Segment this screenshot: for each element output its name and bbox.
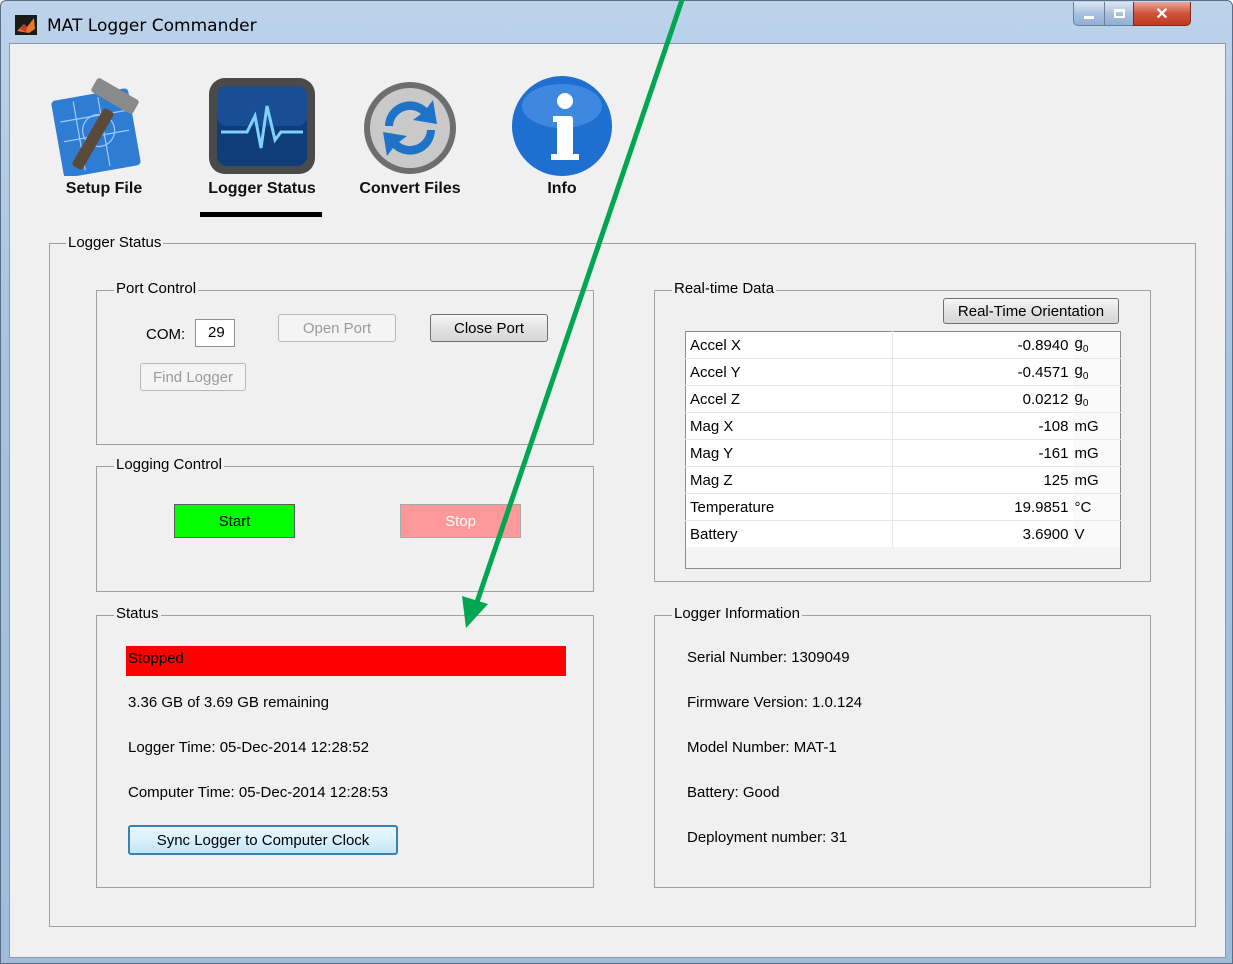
deployment-number: Deployment number: 31: [687, 829, 848, 846]
measurement-value: -0.4571: [892, 358, 1073, 386]
realtime-data-title: Real-time Data: [672, 280, 777, 297]
close-icon: ✕: [1155, 5, 1169, 23]
measurement-name: Battery: [685, 520, 893, 548]
measurement-value: -161: [892, 439, 1073, 467]
selected-tab-indicator: [200, 212, 322, 217]
com-port-input[interactable]: 29: [195, 319, 235, 347]
client-area: Setup File Logger Status Convert Files I…: [9, 43, 1226, 958]
toolbar-setup-file[interactable]: Setup File: [44, 76, 164, 198]
matlab-logo-icon: [15, 15, 37, 35]
heartbeat-monitor-icon: [209, 78, 315, 174]
computer-time: Computer Time: 05-Dec-2014 12:28:53: [128, 784, 389, 801]
toolbar-label: Convert Files: [359, 180, 461, 197]
measurement-value: 125: [892, 466, 1073, 494]
sync-clock-button[interactable]: Sync Logger to Computer Clock: [128, 825, 398, 855]
model-number: Model Number: MAT-1: [687, 739, 837, 756]
toolbar-info[interactable]: Info: [502, 76, 622, 198]
realtime-row: Mag X -108 mG: [685, 412, 1121, 440]
measurement-name: Temperature: [685, 493, 893, 521]
realtime-data-table: Accel X -0.8940 g0 Accel Y -0.4571 g0 Accel Z0…: [685, 331, 1121, 548]
measurement-unit: g0: [1072, 358, 1121, 386]
start-button[interactable]: Start: [174, 504, 295, 538]
measurement-unit: mG: [1072, 466, 1121, 494]
port-control-title: Port Control: [114, 280, 199, 297]
realtime-row: Battery 3.6900 V: [685, 520, 1121, 548]
storage-remaining: 3.36 GB of 3.69 GB remaining: [128, 694, 329, 711]
measurement-unit: mG: [1072, 412, 1121, 440]
close-button[interactable]: ✕: [1133, 2, 1191, 26]
minimize-icon: [1084, 16, 1094, 19]
app-window: MAT Logger Commander ✕ Setup File Logger…: [0, 0, 1233, 964]
measurement-unit: g0: [1072, 385, 1121, 413]
realtime-row: Accel Z 0.0212 g0: [685, 385, 1121, 413]
logger-status-title: Logger Status: [66, 234, 164, 251]
realtime-row: Accel Y -0.4571 g0: [685, 358, 1121, 386]
logging-control-title: Logging Control: [114, 456, 224, 473]
measurement-unit: g0: [1072, 331, 1121, 359]
measurement-name: Mag Y: [685, 439, 893, 467]
measurement-name: Mag X: [685, 412, 893, 440]
window-title: MAT Logger Commander: [47, 16, 257, 36]
logger-time: Logger Time: 05-Dec-2014 12:28:52: [128, 739, 369, 756]
maximize-icon: [1113, 9, 1125, 18]
title-bar[interactable]: MAT Logger Commander ✕: [1, 1, 1232, 43]
stop-button[interactable]: Stop: [400, 504, 521, 538]
toolbar-label: Setup File: [65, 180, 143, 197]
measurement-name: Mag Z: [685, 466, 893, 494]
serial-number: Serial Number: 1309049: [687, 649, 850, 666]
realtime-row: Mag Y -161 mG: [685, 439, 1121, 467]
measurement-value: 3.6900: [892, 520, 1073, 548]
measurement-unit: V: [1072, 520, 1121, 548]
realtime-row: Mag Z 125 mG: [685, 466, 1121, 494]
toolbar-convert-files[interactable]: Convert Files: [350, 76, 470, 198]
realtime-row: Temperature 19.9851 °C: [685, 493, 1121, 521]
measurement-value: 19.9851: [892, 493, 1073, 521]
status-title: Status: [114, 605, 161, 622]
maximize-button[interactable]: [1104, 2, 1134, 26]
logging-state-indicator: Stopped: [126, 646, 566, 676]
measurement-unit: mG: [1072, 439, 1121, 467]
measurement-value: -0.8940: [892, 331, 1073, 359]
find-logger-button[interactable]: Find Logger: [140, 363, 246, 391]
measurement-unit: °C: [1072, 493, 1121, 521]
firmware-version: Firmware Version: 1.0.124: [687, 694, 863, 711]
close-port-button[interactable]: Close Port: [430, 314, 548, 342]
realtime-row: Accel X -0.8940 g0: [685, 331, 1121, 359]
refresh-arrows-icon: [364, 82, 456, 174]
minimize-button[interactable]: [1073, 2, 1105, 26]
measurement-value: 0.0212: [892, 385, 1073, 413]
measurement-name: Accel X: [685, 331, 893, 359]
realtime-orientation-button[interactable]: Real-Time Orientation: [943, 298, 1119, 324]
measurement-name: Accel Y: [685, 358, 893, 386]
toolbar-logger-status[interactable]: Logger Status: [198, 76, 326, 198]
open-port-button[interactable]: Open Port: [278, 314, 396, 342]
toolbar-label: Info: [547, 180, 577, 197]
table-empty-area: [685, 547, 1121, 569]
measurement-name: Accel Z: [685, 385, 893, 413]
hammer-blueprint-icon: [51, 78, 141, 178]
com-label: COM:: [146, 326, 186, 343]
battery-status: Battery: Good: [687, 784, 780, 801]
toolbar-label: Logger Status: [208, 180, 316, 197]
logger-information-title: Logger Information: [672, 605, 802, 622]
info-icon: [512, 76, 612, 176]
measurement-value: -108: [892, 412, 1073, 440]
